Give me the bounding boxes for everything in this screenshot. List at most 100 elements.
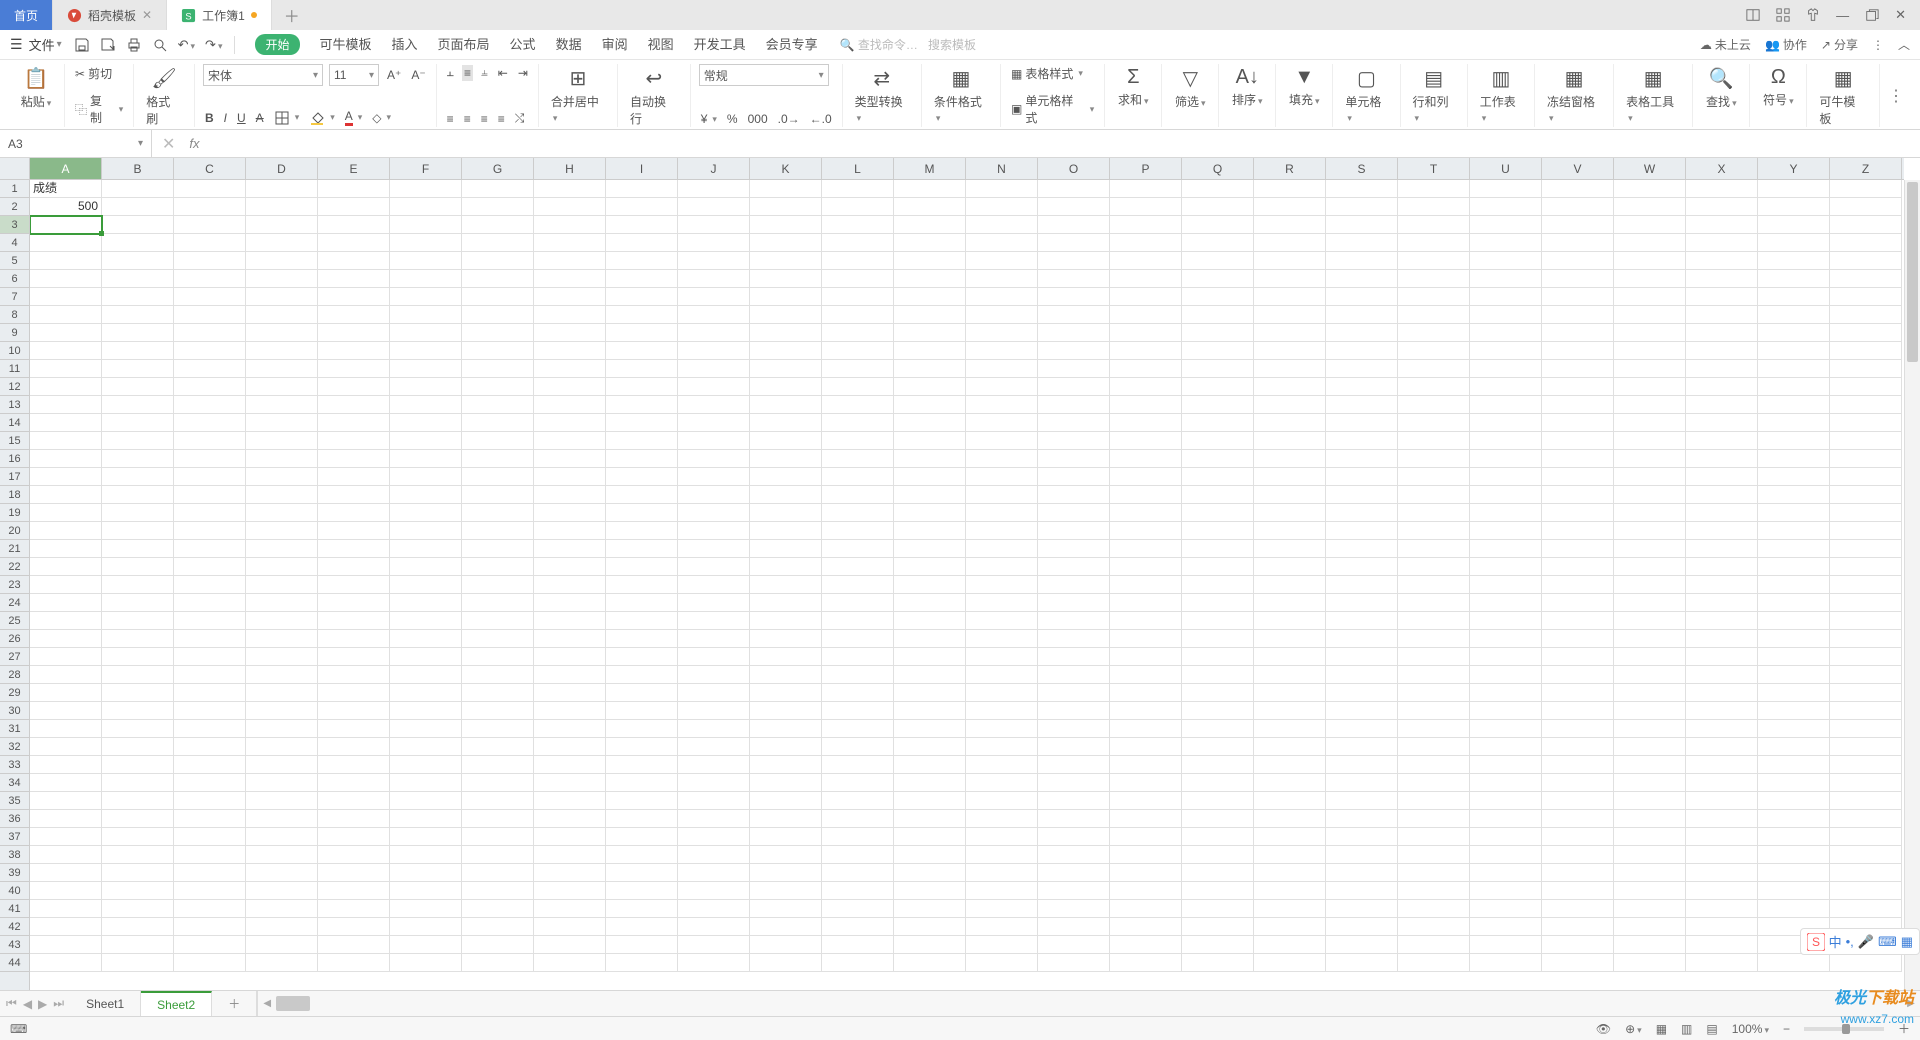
cell-N29[interactable] <box>966 684 1038 702</box>
cell-A40[interactable] <box>30 882 102 900</box>
cell-M15[interactable] <box>894 432 966 450</box>
cell-I31[interactable] <box>606 720 678 738</box>
cell-Y30[interactable] <box>1758 702 1830 720</box>
cell-E36[interactable] <box>318 810 390 828</box>
cell-D21[interactable] <box>246 540 318 558</box>
cell-Q11[interactable] <box>1182 360 1254 378</box>
row-header-14[interactable]: 14 <box>0 414 29 432</box>
ribbon-tab-view[interactable]: 视图 <box>648 34 674 55</box>
cell-H4[interactable] <box>534 234 606 252</box>
col-header-L[interactable]: L <box>822 158 894 179</box>
cell-G14[interactable] <box>462 414 534 432</box>
cell-V13[interactable] <box>1542 396 1614 414</box>
page-layout-view-icon[interactable]: ▥ <box>1681 1022 1692 1036</box>
currency-icon[interactable]: ¥ <box>699 111 719 127</box>
cell-B4[interactable] <box>102 234 174 252</box>
cell-G21[interactable] <box>462 540 534 558</box>
cell-K41[interactable] <box>750 900 822 918</box>
cell-X11[interactable] <box>1686 360 1758 378</box>
cell-L16[interactable] <box>822 450 894 468</box>
row-header-37[interactable]: 37 <box>0 828 29 846</box>
cell-P22[interactable] <box>1110 558 1182 576</box>
cell-A36[interactable] <box>30 810 102 828</box>
cell-L10[interactable] <box>822 342 894 360</box>
cell-Q5[interactable] <box>1182 252 1254 270</box>
row-header-40[interactable]: 40 <box>0 882 29 900</box>
cell-M1[interactable] <box>894 180 966 198</box>
cell-Z8[interactable] <box>1830 306 1902 324</box>
cell-B31[interactable] <box>102 720 174 738</box>
col-header-O[interactable]: O <box>1038 158 1110 179</box>
cell-H33[interactable] <box>534 756 606 774</box>
cell-C1[interactable] <box>174 180 246 198</box>
cell-U31[interactable] <box>1470 720 1542 738</box>
cell-G15[interactable] <box>462 432 534 450</box>
row-header-23[interactable]: 23 <box>0 576 29 594</box>
cell-C24[interactable] <box>174 594 246 612</box>
cell-T29[interactable] <box>1398 684 1470 702</box>
cell-K8[interactable] <box>750 306 822 324</box>
cell-Z5[interactable] <box>1830 252 1902 270</box>
cell-G29[interactable] <box>462 684 534 702</box>
cell-U17[interactable] <box>1470 468 1542 486</box>
cell-S14[interactable] <box>1326 414 1398 432</box>
clear-format-button[interactable]: ◇ <box>370 110 393 126</box>
file-menu[interactable]: 文件▾ <box>29 35 62 54</box>
cell-A22[interactable] <box>30 558 102 576</box>
cell-Q21[interactable] <box>1182 540 1254 558</box>
cell-N34[interactable] <box>966 774 1038 792</box>
cell-H38[interactable] <box>534 846 606 864</box>
cell-L4[interactable] <box>822 234 894 252</box>
cell-Q6[interactable] <box>1182 270 1254 288</box>
cell-Z37[interactable] <box>1830 828 1902 846</box>
cell-F32[interactable] <box>390 738 462 756</box>
cell-O31[interactable] <box>1038 720 1110 738</box>
cell-Z20[interactable] <box>1830 522 1902 540</box>
cell-A7[interactable] <box>30 288 102 306</box>
cell-T11[interactable] <box>1398 360 1470 378</box>
cell-T8[interactable] <box>1398 306 1470 324</box>
cell-E30[interactable] <box>318 702 390 720</box>
cell-D8[interactable] <box>246 306 318 324</box>
cell-Y32[interactable] <box>1758 738 1830 756</box>
save-icon[interactable] <box>74 37 90 53</box>
cell-B15[interactable] <box>102 432 174 450</box>
cell-G25[interactable] <box>462 612 534 630</box>
print-icon[interactable] <box>126 37 142 53</box>
cell-A29[interactable] <box>30 684 102 702</box>
cell-H5[interactable] <box>534 252 606 270</box>
cell-F20[interactable] <box>390 522 462 540</box>
cell-J15[interactable] <box>678 432 750 450</box>
cell-W18[interactable] <box>1614 486 1686 504</box>
cell-K1[interactable] <box>750 180 822 198</box>
cell-O18[interactable] <box>1038 486 1110 504</box>
cell-K43[interactable] <box>750 936 822 954</box>
row-header-28[interactable]: 28 <box>0 666 29 684</box>
cell-B22[interactable] <box>102 558 174 576</box>
cell-X43[interactable] <box>1686 936 1758 954</box>
cell-D13[interactable] <box>246 396 318 414</box>
cell-Z19[interactable] <box>1830 504 1902 522</box>
cell-S4[interactable] <box>1326 234 1398 252</box>
cell-W40[interactable] <box>1614 882 1686 900</box>
cell-U11[interactable] <box>1470 360 1542 378</box>
cell-S25[interactable] <box>1326 612 1398 630</box>
cell-F24[interactable] <box>390 594 462 612</box>
col-header-X[interactable]: X <box>1686 158 1758 179</box>
cell-T14[interactable] <box>1398 414 1470 432</box>
cell-P40[interactable] <box>1110 882 1182 900</box>
cell-B9[interactable] <box>102 324 174 342</box>
cell-Z36[interactable] <box>1830 810 1902 828</box>
cell-O28[interactable] <box>1038 666 1110 684</box>
cell-Y39[interactable] <box>1758 864 1830 882</box>
cell-W8[interactable] <box>1614 306 1686 324</box>
cell-Q42[interactable] <box>1182 918 1254 936</box>
cell-G23[interactable] <box>462 576 534 594</box>
cell-R28[interactable] <box>1254 666 1326 684</box>
cell-B40[interactable] <box>102 882 174 900</box>
cell-U25[interactable] <box>1470 612 1542 630</box>
cell-D22[interactable] <box>246 558 318 576</box>
cell-E26[interactable] <box>318 630 390 648</box>
cell-L33[interactable] <box>822 756 894 774</box>
cell-R15[interactable] <box>1254 432 1326 450</box>
